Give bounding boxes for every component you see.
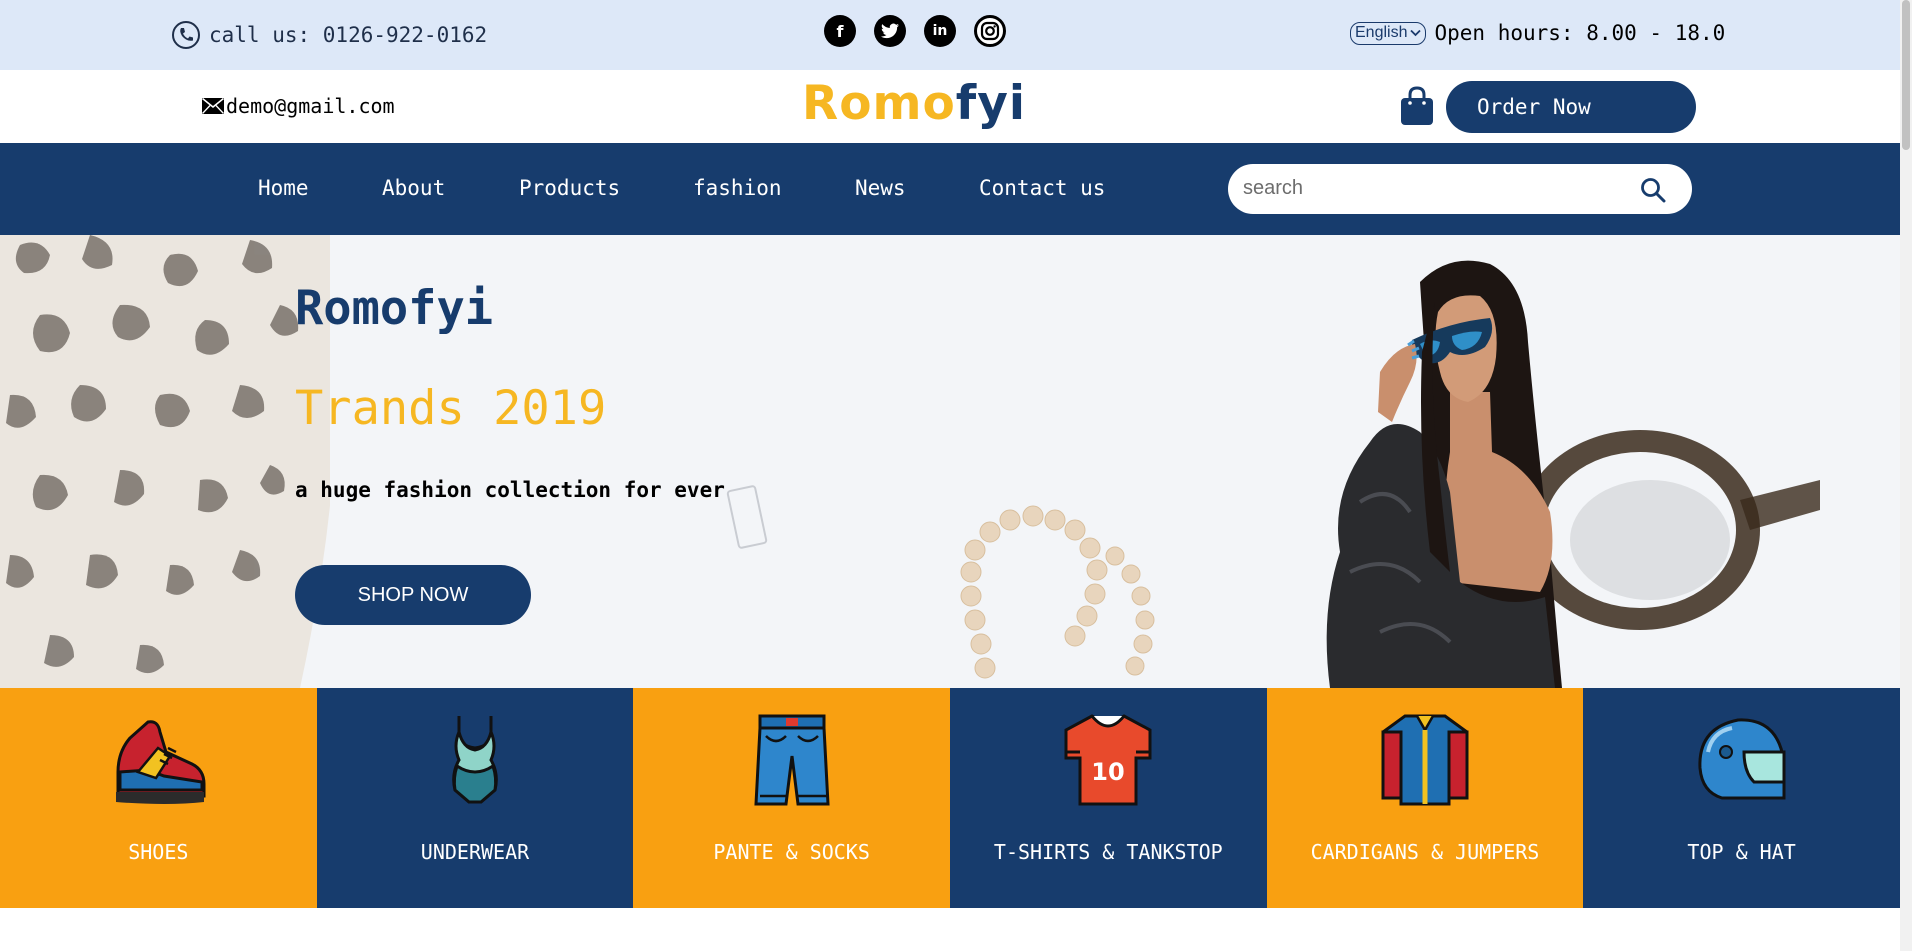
category-cardigans-jumpers[interactable]: CARDIGANS & JUMPERS — [1266, 688, 1584, 908]
linkedin-glyph: in — [932, 23, 948, 39]
category-pants-socks[interactable]: PANTE & SOCKS — [633, 688, 950, 908]
social-links: f in — [824, 15, 1006, 47]
search-box — [1228, 164, 1692, 214]
facebook-glyph: f — [836, 21, 844, 41]
nav-about[interactable]: About — [382, 176, 445, 200]
category-tshirts-tankstop[interactable]: 10 T-SHIRTS & TANKSTOP — [949, 688, 1267, 908]
linkedin-icon[interactable]: in — [924, 15, 956, 47]
instagram-camera-icon — [980, 21, 1000, 41]
nav-products[interactable]: Products — [519, 176, 620, 200]
nav-home[interactable]: Home — [258, 176, 309, 200]
phone-icon — [172, 21, 200, 49]
hero-banner: Romofyi Trands 2019 a huge fashion colle… — [0, 235, 1900, 688]
category-underwear[interactable]: UNDERWEAR — [316, 688, 634, 908]
category-label: CARDIGANS & JUMPERS — [1310, 840, 1540, 864]
fashion-model-image — [1326, 260, 1562, 688]
envelope-icon — [202, 98, 224, 114]
page-scrollbar[interactable] — [1900, 0, 1912, 951]
svg-text:10: 10 — [1092, 758, 1125, 786]
search-input[interactable] — [1243, 177, 1623, 200]
jeans-icon — [754, 714, 830, 806]
language-value: English — [1355, 24, 1408, 41]
search-icon[interactable] — [1640, 177, 1666, 203]
shopping-bag-icon[interactable] — [1400, 86, 1434, 126]
phone-contact: call us: 0126-922-0162 — [171, 20, 487, 50]
open-hours: Open hours: 8.00 - 18.0 — [1434, 21, 1726, 45]
email-text: demo@gmail.com — [226, 94, 395, 118]
category-shoes[interactable]: SHOES — [0, 688, 317, 908]
instagram-icon[interactable] — [974, 15, 1006, 47]
header: demo@gmail.com Romofyi Order Now — [0, 70, 1900, 143]
scrollbar-thumb[interactable] — [1902, 0, 1910, 150]
helmet-icon — [1698, 718, 1786, 800]
logo-part-2: fyi — [955, 76, 1026, 131]
category-label: PANTE & SOCKS — [713, 840, 870, 864]
category-top-hat[interactable]: TOP & HAT — [1583, 688, 1900, 908]
category-label: UNDERWEAR — [420, 840, 530, 864]
hero-subtitle: Trands 2019 — [295, 381, 607, 436]
phone-text: call us: 0126-922-0162 — [209, 23, 488, 47]
jacket-icon — [1381, 714, 1469, 806]
hero-description: a huge fashion collection for ever — [295, 478, 725, 502]
nav-fashion[interactable]: fashion — [693, 176, 782, 200]
sneaker-icon — [116, 720, 206, 804]
facebook-icon[interactable]: f — [824, 15, 856, 47]
shop-now-button[interactable]: SHOP NOW — [295, 565, 531, 625]
twitter-bird-icon — [881, 23, 899, 39]
category-label: T-SHIRTS & TANKSTOP — [993, 840, 1223, 864]
chevron-down-icon — [1410, 29, 1422, 37]
jersey-icon: 10 — [1064, 714, 1152, 806]
main-nav: Home About Products fashion News Contact… — [0, 143, 1900, 235]
category-strip: SHOES UNDERWEAR PANTE & SOCKS 10 T-SHIRT… — [0, 688, 1900, 908]
logo[interactable]: Romofyi — [802, 76, 1026, 131]
nav-news[interactable]: News — [855, 176, 906, 200]
category-label: TOP & HAT — [1687, 840, 1796, 864]
language-select[interactable]: English — [1350, 21, 1427, 45]
email-contact: demo@gmail.com — [202, 94, 395, 118]
twitter-icon[interactable] — [874, 15, 906, 47]
top-bar: call us: 0126-922-0162 f in English Open… — [0, 0, 1900, 70]
hero-title: Romofyi — [295, 281, 494, 336]
pen-decoration — [726, 484, 768, 550]
nav-contact-us[interactable]: Contact us — [979, 176, 1105, 200]
logo-part-1: Romo — [802, 76, 956, 131]
category-label: SHOES — [128, 840, 189, 864]
order-now-button[interactable]: Order Now — [1446, 81, 1696, 133]
topbar-right: English Open hours: 8.00 - 18.0 — [1350, 21, 1725, 45]
bead-bracelet-decoration — [960, 505, 1155, 679]
swimsuit-icon — [452, 716, 498, 804]
